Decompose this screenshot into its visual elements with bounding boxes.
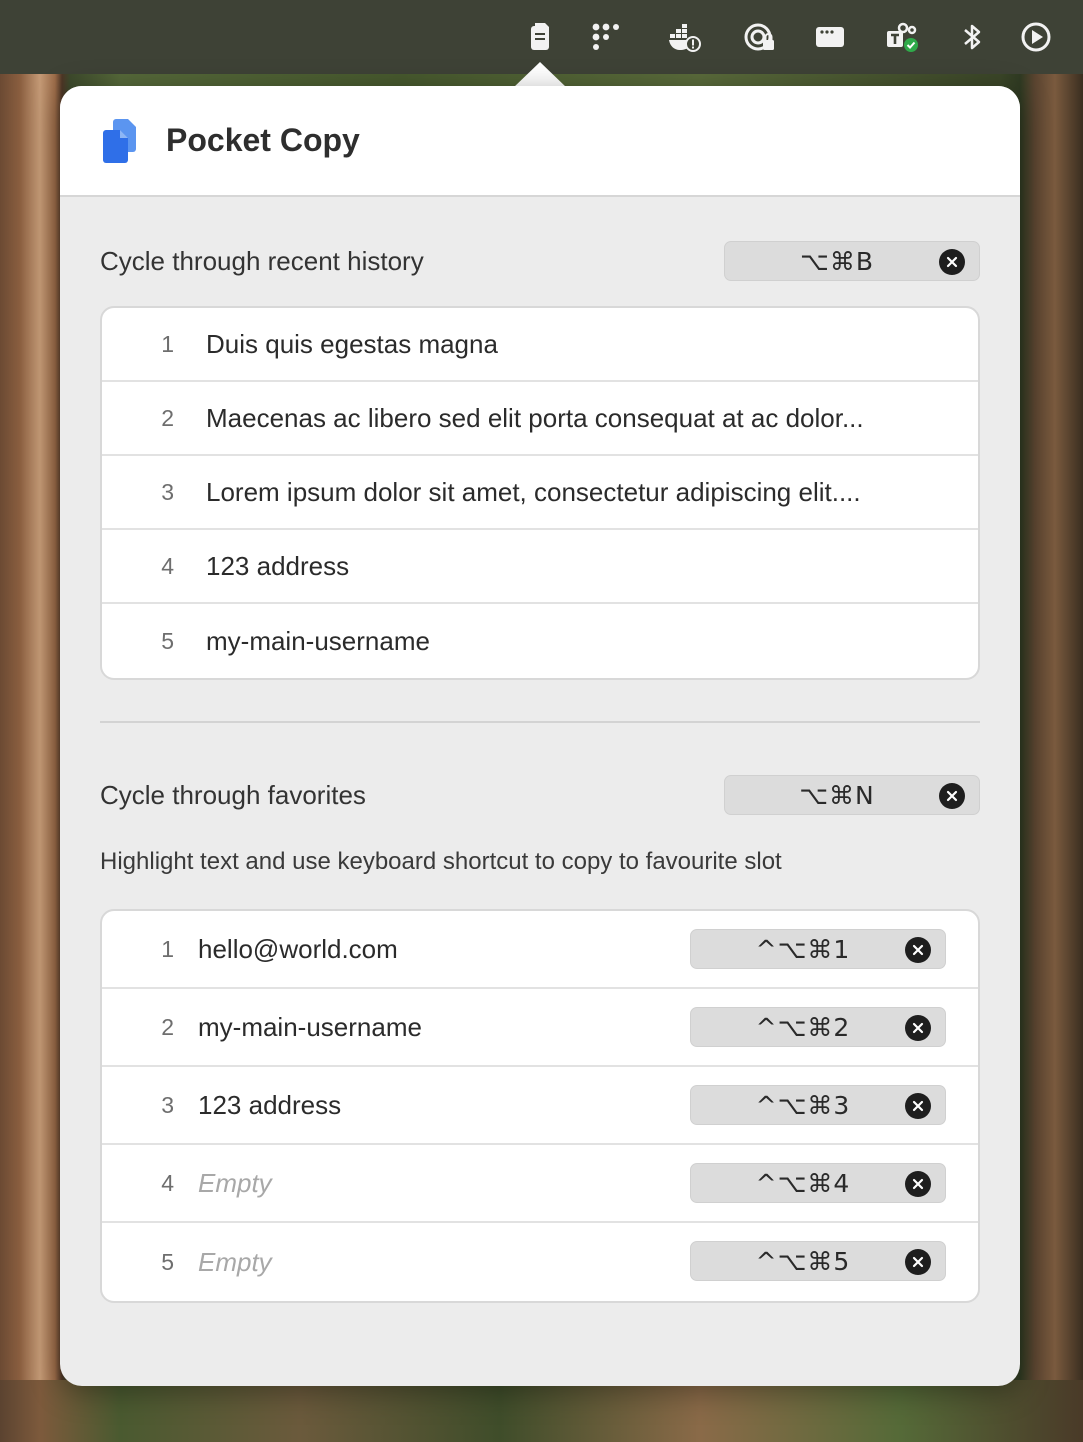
slot-number: 3 <box>161 1091 174 1118</box>
shortcut-keys: ^⌥⌘3 <box>755 1090 851 1120</box>
play-circle-icon[interactable] <box>1016 17 1056 57</box>
teams-icon[interactable] <box>882 17 922 57</box>
history-list: 1 Duis quis egestas magna 2 Maecenas ac … <box>100 306 980 680</box>
history-shortcut-recorder[interactable]: ⌥⌘B <box>724 241 980 281</box>
slot-text: 123 address <box>198 1089 342 1120</box>
favorites-list: 1 hello@world.com ^⌥⌘1 2 my-main-usernam… <box>100 909 980 1303</box>
item-number: 5 <box>161 627 174 654</box>
item-number: 4 <box>161 552 174 579</box>
item-number: 1 <box>161 330 174 357</box>
close-icon <box>912 1256 924 1268</box>
clear-shortcut-button[interactable] <box>939 249 965 275</box>
history-shortcut-row: Cycle through recent history ⌥⌘B <box>100 241 980 281</box>
item-text: Duis quis egestas magna <box>206 328 498 359</box>
window-icon[interactable] <box>810 17 850 57</box>
close-icon <box>946 790 958 802</box>
slot-text: Empty <box>198 1167 272 1198</box>
popover-header: Pocket Copy <box>60 86 1020 197</box>
favorite-slot[interactable]: 3 123 address ^⌥⌘3 <box>102 1067 978 1145</box>
favorite-slot[interactable]: 1 hello@world.com ^⌥⌘1 <box>102 911 978 989</box>
desktop-wallpaper <box>0 1380 1083 1442</box>
app-logo-icon <box>103 118 136 163</box>
item-number: 2 <box>161 404 174 431</box>
clear-shortcut-button[interactable] <box>905 1249 931 1275</box>
slot-number: 4 <box>161 1169 174 1196</box>
item-text: my-main-username <box>206 625 430 656</box>
slot-number: 1 <box>161 935 174 962</box>
favorites-label: Cycle through favorites <box>100 779 366 810</box>
shortcut-keys: ^⌥⌘5 <box>755 1246 851 1276</box>
history-item[interactable]: 4 123 address <box>102 530 978 604</box>
item-text: Lorem ipsum dolor sit amet, consectetur … <box>206 476 861 507</box>
docker-alert-icon[interactable] <box>664 17 704 57</box>
close-icon <box>912 1178 924 1190</box>
history-item[interactable]: 5 my-main-username <box>102 604 978 678</box>
item-text: 123 address <box>206 550 350 581</box>
clipboard-icon[interactable] <box>520 17 560 57</box>
vpn-lock-icon[interactable] <box>740 17 780 57</box>
clear-shortcut-button[interactable] <box>905 1171 931 1197</box>
close-icon <box>946 256 958 268</box>
favorites-hint: Highlight text and use keyboard shortcut… <box>100 848 782 875</box>
slot-shortcut-recorder[interactable]: ^⌥⌘1 <box>690 929 946 969</box>
history-item[interactable]: 1 Duis quis egestas magna <box>102 308 978 382</box>
clear-shortcut-button[interactable] <box>905 1093 931 1119</box>
item-number: 3 <box>161 478 174 505</box>
slot-text: Empty <box>198 1246 272 1277</box>
slot-shortcut-recorder[interactable]: ^⌥⌘4 <box>690 1163 946 1203</box>
favorite-slot[interactable]: 2 my-main-username ^⌥⌘2 <box>102 989 978 1067</box>
favorites-shortcut-row: Cycle through favorites ⌥⌘N <box>100 775 980 815</box>
slot-text: hello@world.com <box>198 933 398 964</box>
dots-grid-icon[interactable] <box>586 17 626 57</box>
slot-shortcut-recorder[interactable]: ^⌥⌘5 <box>690 1241 946 1281</box>
history-label: Cycle through recent history <box>100 245 424 276</box>
shortcut-keys: ^⌥⌘4 <box>755 1168 851 1198</box>
close-icon <box>912 944 924 956</box>
shortcut-keys: ^⌥⌘1 <box>755 934 851 964</box>
close-icon <box>912 1100 924 1112</box>
shortcut-keys: ⌥⌘B <box>800 246 874 276</box>
slot-shortcut-recorder[interactable]: ^⌥⌘3 <box>690 1085 946 1125</box>
clear-shortcut-button[interactable] <box>905 937 931 963</box>
slot-number: 2 <box>161 1013 174 1040</box>
shortcut-keys: ^⌥⌘2 <box>755 1012 851 1042</box>
shortcut-keys: ⌥⌘N <box>799 780 875 810</box>
app-title: Pocket Copy <box>166 122 360 158</box>
favorite-slot[interactable]: 4 Empty ^⌥⌘4 <box>102 1145 978 1223</box>
slot-shortcut-recorder[interactable]: ^⌥⌘2 <box>690 1007 946 1047</box>
section-divider <box>100 721 980 723</box>
pocket-copy-popover: Pocket Copy Cycle through recent history… <box>60 86 1020 1386</box>
clear-shortcut-button[interactable] <box>905 1015 931 1041</box>
favorite-slot[interactable]: 5 Empty ^⌥⌘5 <box>102 1223 978 1301</box>
history-item[interactable]: 3 Lorem ipsum dolor sit amet, consectetu… <box>102 456 978 530</box>
item-text: Maecenas ac libero sed elit porta conseq… <box>206 402 864 433</box>
clear-shortcut-button[interactable] <box>939 783 965 809</box>
favorites-shortcut-recorder[interactable]: ⌥⌘N <box>724 775 980 815</box>
close-icon <box>912 1022 924 1034</box>
slot-text: my-main-username <box>198 1011 422 1042</box>
slot-number: 5 <box>161 1248 174 1275</box>
bluetooth-icon[interactable] <box>952 17 992 57</box>
history-item[interactable]: 2 Maecenas ac libero sed elit porta cons… <box>102 382 978 456</box>
popover-pointer <box>513 62 567 88</box>
